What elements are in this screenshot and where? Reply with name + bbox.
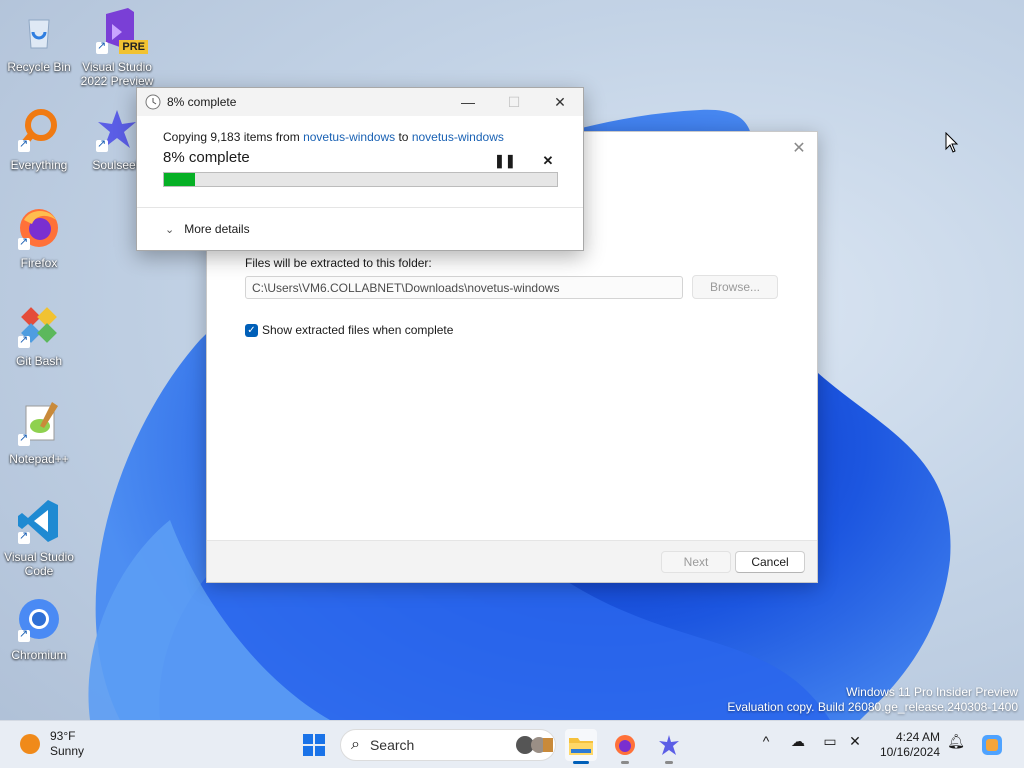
desktop-icon-label: Firefox (20, 256, 58, 270)
network-icon[interactable]: ▭ (818, 733, 842, 750)
firefox-icon (615, 735, 635, 755)
destination-link[interactable]: novetus-windows (412, 130, 504, 144)
next-button[interactable]: Next (661, 551, 731, 573)
preview-badge: PRE (119, 40, 148, 54)
sun-icon (20, 734, 40, 754)
browse-button[interactable]: Browse... (692, 275, 778, 299)
taskbar-firefox[interactable] (609, 729, 641, 764)
desktop-icon-label: Notepad++ (9, 452, 69, 466)
desktop-icon-everything[interactable]: Everything (0, 104, 78, 172)
copy-progress-dialog: 8% complete — ☐ ✕ Copying 9,183 items fr… (136, 87, 584, 251)
copilot-button[interactable] (976, 729, 1008, 761)
minimize-button[interactable]: — (445, 88, 491, 116)
search-placeholder: Search (369, 737, 415, 753)
mouse-cursor-icon (945, 132, 959, 153)
progress-body: Copying 9,183 items from novetus-windows… (137, 116, 583, 187)
clock-time: 4:24 AM (895, 730, 940, 744)
desktop-icon-chromium[interactable]: Chromium (0, 594, 78, 662)
clock-date: 10/16/2024 (879, 745, 940, 759)
shortcut-arrow-icon (96, 39, 108, 54)
running-indicator (621, 761, 629, 764)
show-files-checkbox-row[interactable]: ✓ Show extracted files when complete (245, 323, 453, 337)
weather-condition: Sunny (50, 744, 85, 758)
show-files-label: Show extracted files when complete (262, 323, 454, 337)
system-clock[interactable]: 4:24 AM 10/16/2024 (876, 730, 940, 760)
shortcut-arrow-icon (18, 333, 30, 348)
chevron-down-icon: ⌄ (165, 223, 175, 236)
dialog-footer: Next Cancel (207, 540, 817, 582)
shortcut-arrow-icon (18, 627, 30, 642)
watermark-line-2: Evaluation copy. Build 26080.ge_release.… (727, 700, 1018, 714)
desktop-icon-label: Visual Studio Code (4, 550, 74, 578)
progress-bar (163, 172, 558, 187)
soulseek-icon (659, 735, 679, 755)
weather-temp: 93°F (50, 729, 76, 743)
source-link[interactable]: novetus-windows (303, 130, 395, 144)
running-indicator (573, 761, 589, 764)
shortcut-arrow-icon (18, 431, 30, 446)
show-hidden-icons-button[interactable]: ^ (754, 733, 778, 749)
taskbar-file-explorer[interactable] (565, 729, 597, 764)
recycle-bin-icon (28, 19, 50, 49)
desktop-icon-visual-studio[interactable]: PRE Visual Studio 2022 Preview (78, 6, 156, 88)
notification-bell-icon[interactable]: 🔔︎ (944, 733, 968, 750)
start-button[interactable] (298, 729, 330, 761)
close-button[interactable]: ✕ (537, 88, 583, 116)
more-details-label: More details (184, 222, 250, 236)
cloud-sync-icon[interactable]: ☁ (786, 733, 810, 750)
taskbar-search[interactable]: ⌕ Search (340, 729, 556, 761)
taskbar-soulseek[interactable] (653, 729, 685, 764)
desktop-icon-label: Visual Studio 2022 Preview (80, 60, 154, 88)
desktop-icon-git-bash[interactable]: Git Bash (0, 300, 78, 368)
copilot-icon (982, 735, 1002, 755)
checkbox-checked-icon[interactable]: ✓ (245, 323, 258, 337)
volume-muted-icon[interactable]: ✕ (843, 733, 867, 750)
desktop-icon-label: Recycle Bin (7, 60, 71, 74)
weather-widget[interactable]: 93°F Sunny (20, 729, 84, 759)
search-icon: ⌕ (351, 736, 360, 753)
clock-icon (145, 94, 161, 110)
shortcut-arrow-icon (96, 137, 108, 152)
desktop-icon-notepad-plus-plus[interactable]: Notepad++ (0, 398, 78, 466)
progress-bar-fill (164, 173, 196, 186)
extract-close-button[interactable]: ✕ (789, 138, 809, 158)
folder-label: Files will be extracted to this folder: (245, 256, 432, 270)
pause-button[interactable]: ❚❚ (494, 153, 516, 169)
copy-prefix: Copying 9,183 items from (163, 130, 300, 144)
shortcut-arrow-icon (18, 529, 30, 544)
running-indicator (665, 761, 673, 764)
copy-mid: to (398, 130, 409, 144)
shortcut-arrow-icon (18, 235, 30, 250)
divider (137, 207, 583, 208)
windows-logo-icon (303, 734, 325, 756)
copy-description: Copying 9,183 items from novetus-windows… (163, 130, 557, 144)
search-highlight-icon (516, 736, 553, 754)
folder-path-input[interactable]: C:\Users\VM6.COLLABNET\Downloads\novetus… (245, 276, 683, 299)
desktop-icon-firefox[interactable]: Firefox (0, 202, 78, 270)
maximize-button: ☐ (507, 94, 521, 110)
cancel-button[interactable]: Cancel (735, 551, 805, 573)
more-details-toggle[interactable]: ⌄ More details (165, 222, 250, 236)
progress-titlebar[interactable]: 8% complete — ☐ ✕ (137, 88, 583, 116)
shortcut-arrow-icon (18, 137, 30, 152)
desktop-icon-label: Git Bash (15, 354, 63, 368)
windows-watermark: Windows 11 Pro Insider Preview Evaluatio… (727, 685, 1018, 715)
desktop-icon-vscode[interactable]: Visual Studio Code (0, 496, 78, 578)
progress-title: 8% complete (167, 95, 237, 109)
desktop-icon-label: Chromium (11, 648, 67, 662)
desktop-icon-recycle-bin[interactable]: Recycle Bin (0, 6, 78, 74)
cancel-copy-button[interactable]: ✕ (539, 153, 557, 169)
taskbar: 93°F Sunny ⌕ Search ^ ☁ ▭ ✕ 4:24 AM 10/1… (0, 720, 1024, 768)
desktop-icon-label: Everything (10, 158, 68, 172)
watermark-line-1: Windows 11 Pro Insider Preview (846, 685, 1018, 699)
file-explorer-icon (569, 738, 593, 755)
